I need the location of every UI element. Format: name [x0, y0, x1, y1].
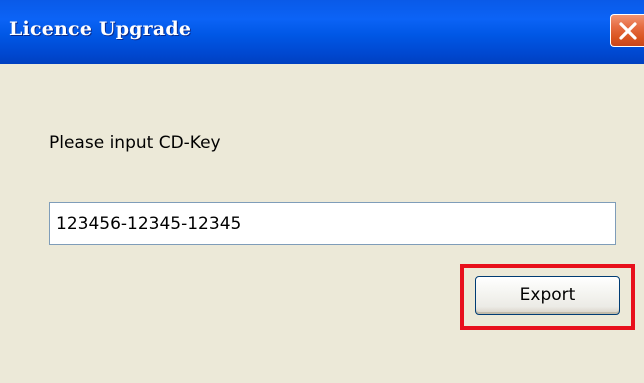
close-icon — [619, 22, 637, 40]
dialog-window: Licence Upgrade Please input CD-Key Expo… — [0, 0, 644, 383]
window-title: Licence Upgrade — [9, 18, 192, 40]
export-button[interactable]: Export — [475, 276, 620, 315]
title-bar[interactable]: Licence Upgrade — [0, 0, 644, 64]
cdkey-prompt-label: Please input CD-Key — [49, 133, 221, 153]
cdkey-input[interactable] — [49, 202, 616, 245]
close-button[interactable] — [610, 14, 644, 47]
